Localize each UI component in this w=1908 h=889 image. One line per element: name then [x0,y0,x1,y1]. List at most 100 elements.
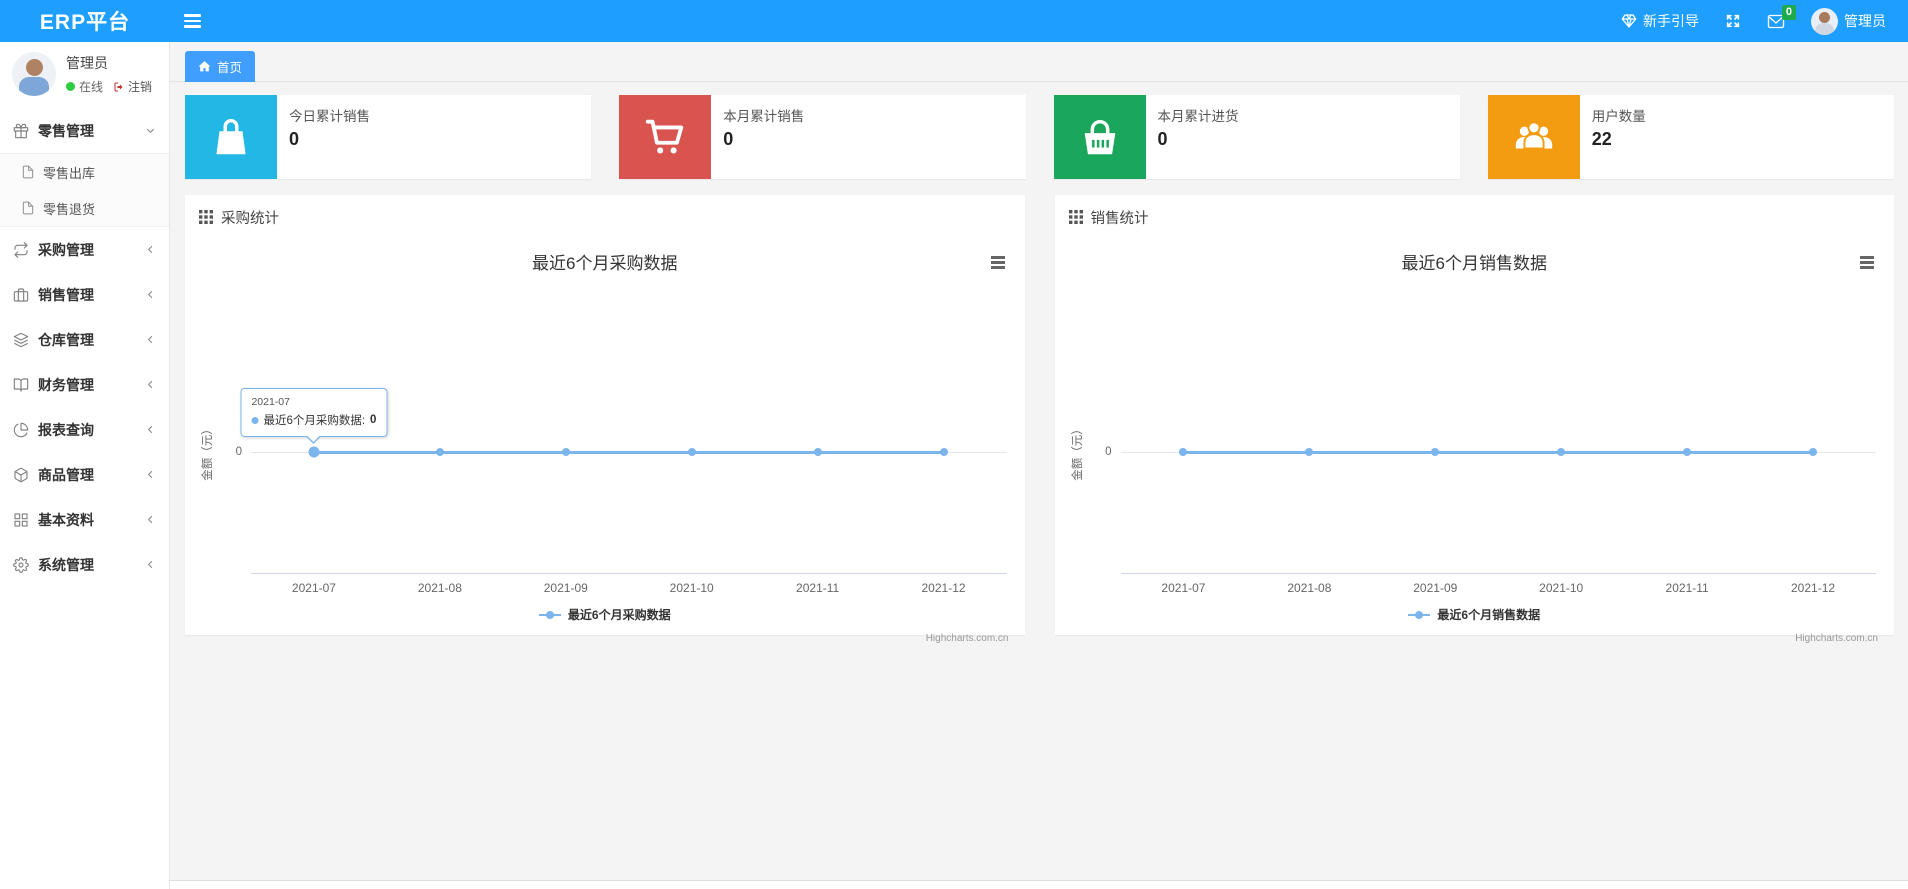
chart-credits-link[interactable]: Highcharts.com.cn [185,633,1009,644]
sidebar-toggle-button[interactable] [184,14,201,28]
x-axis-tick-label: 2021-08 [417,581,462,595]
y-axis-title: 金额（元） [202,423,214,481]
stat-card-value: 0 [289,129,300,149]
legend-line-marker-icon [1408,610,1431,620]
sidebar-item-basic-data[interactable]: 基本资料 [0,497,169,542]
sidebar-username: 管理员 [66,55,108,71]
legend-label: 最近6个月销售数据 [1437,608,1541,622]
chart-plot-area: 金额（元） 0 2021-07 2021-08 2021-09 2021-10 … [1072,314,1876,595]
briefcase-icon [13,287,29,303]
sidebar-item-sales[interactable]: 销售管理 [0,272,169,317]
user-menu[interactable]: 管理员 [1811,7,1886,35]
tab-home[interactable]: 首页 [185,51,256,82]
sidebar-user-panel: 管理员 在线 注销 [0,42,169,108]
home-icon [198,60,211,73]
chevron-left-icon [145,244,156,255]
shopping-cart-icon [642,114,688,160]
avatar [12,52,56,96]
data-point-marker[interactable] [1431,448,1440,456]
layers-icon [13,332,29,348]
data-point-marker[interactable] [435,448,444,456]
logout-icon [113,81,125,93]
panel-purchase-stats: 采购统计 最近6个月采购数据 金额（元） 0 2021-07 最近6个月采购数据… [185,195,1025,644]
chart-credits-link[interactable]: Highcharts.com.cn [1055,633,1878,644]
main-content: 首页 今日累计销售 0 本月累计销售 0 本月累计进货 0 用户数量 22 采购… [170,42,1908,889]
tooltip-value: 0 [370,414,377,426]
x-axis-tick-label: 2021-09 [543,581,588,595]
data-point-marker[interactable] [1809,448,1818,456]
chart-panels-row: 采购统计 最近6个月采购数据 金额（元） 0 2021-07 最近6个月采购数据… [170,179,1908,644]
x-axis-tick-label: 2021-12 [921,581,966,595]
gift-icon [13,123,29,139]
guide-label: 新手引导 [1643,13,1699,29]
stat-cards-row: 今日累计销售 0 本月累计销售 0 本月累计进货 0 用户数量 22 [170,82,1908,179]
sidebar-item-purchase[interactable]: 采购管理 [0,227,169,272]
shopping-basket-icon [1077,114,1123,160]
panel-sales-stats: 销售统计 最近6个月销售数据 金额（元） 0 2021-07 2021-08 2… [1054,195,1894,644]
fullscreen-button[interactable] [1725,13,1741,29]
data-point-marker[interactable] [1305,448,1314,456]
data-point-marker[interactable] [561,448,570,456]
chart-plot-area: 金额（元） 0 2021-07 最近6个月采购数据: 0 2021-07 202… [202,314,1007,595]
chart-menu-button[interactable] [1857,253,1877,272]
file-icon [21,165,35,179]
stat-card-user-count: 用户数量 22 [1487,95,1894,179]
y-axis-tick-label: 0 [235,446,242,458]
stat-card-label: 今日累计销售 [289,109,370,124]
chevron-left-icon [145,334,156,345]
sidebar-item-reports[interactable]: 报表查询 [0,407,169,452]
legend-label: 最近6个月采购数据 [567,608,671,622]
panel-title: 采购统计 [221,210,279,227]
y-axis-title: 金额（元） [1071,423,1084,481]
chart-legend-item[interactable]: 最近6个月销售数据 [1055,606,1895,623]
logout-link[interactable]: 注销 [113,78,152,95]
chevron-left-icon [145,559,156,570]
purchase-chart: 最近6个月采购数据 金额（元） 0 2021-07 最近6个月采购数据: 0 2… [185,239,1025,644]
sidebar-item-retail[interactable]: 零售管理 [0,108,169,153]
page-footer [170,880,1908,889]
chart-menu-button[interactable] [988,253,1008,272]
th-grid-icon [1068,210,1083,224]
sidebar: 管理员 在线 注销 零售管理 零售出库 零售退货 采购管理 销售管理 仓库管理 … [0,42,170,889]
x-axis-tick-label: 2021-11 [796,581,840,595]
chevron-left-icon [145,289,156,300]
sidebar-item-retail-return[interactable]: 零售退货 [0,190,169,226]
data-point-marker[interactable] [939,448,948,456]
messages-button[interactable]: 0 [1767,4,1796,29]
online-status-dot [66,82,75,91]
data-point-marker[interactable] [813,448,822,456]
sales-chart: 最近6个月销售数据 金额（元） 0 2021-07 2021-08 2021-0… [1055,239,1895,644]
sidebar-menu: 零售管理 零售出库 零售退货 采购管理 销售管理 仓库管理 财务管理 报表查询 … [0,108,169,587]
chevron-down-icon [145,125,156,136]
app-brand[interactable]: ERP平台 [0,6,170,36]
sidebar-item-products[interactable]: 商品管理 [0,452,169,497]
chart-legend-item[interactable]: 最近6个月采购数据 [185,606,1025,623]
data-point-marker[interactable] [1179,448,1188,456]
tooltip-series-label: 最近6个月采购数据: [263,415,366,427]
stat-card-month-purchases: 本月累计进货 0 [1053,95,1460,179]
users-icon [1511,114,1557,160]
x-axis-tick-label: 2021-07 [291,581,336,595]
chart-title: 最近6个月采购数据 [532,254,678,273]
book-icon [13,377,29,393]
data-point-marker[interactable] [1557,448,1566,456]
sidebar-item-finance[interactable]: 财务管理 [0,362,169,407]
series-line [313,450,944,454]
x-axis-tick-label: 2021-08 [1287,581,1332,595]
tooltip-date: 2021-07 [251,396,290,408]
expand-icon [1725,13,1741,29]
chevron-left-icon [145,424,156,435]
guide-link[interactable]: 新手引导 [1621,11,1699,31]
stat-card-today-sales: 今日累计销售 0 [185,95,592,179]
x-axis-tick-label: 2021-10 [669,581,714,595]
gear-icon [13,556,29,573]
sidebar-item-system[interactable]: 系统管理 [0,542,169,587]
repeat-icon [13,241,29,258]
panel-title: 销售统计 [1090,210,1149,227]
sidebar-item-warehouse[interactable]: 仓库管理 [0,317,169,362]
data-point-marker[interactable] [687,448,696,456]
x-axis-tick-label: 2021-07 [1161,581,1206,595]
shopping-bag-icon [208,114,254,160]
sidebar-item-retail-outbound[interactable]: 零售出库 [0,154,169,190]
data-point-marker[interactable] [1683,448,1692,456]
